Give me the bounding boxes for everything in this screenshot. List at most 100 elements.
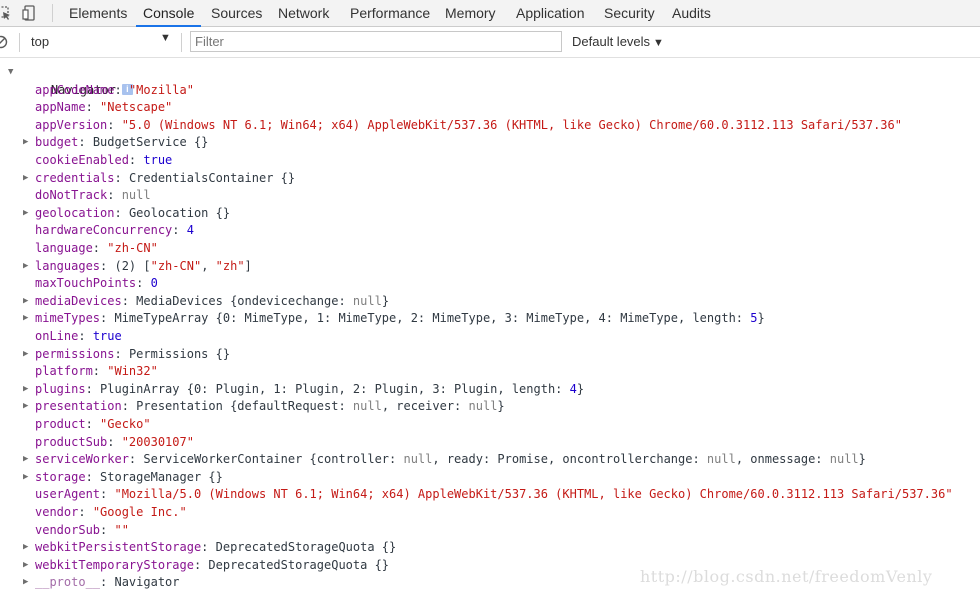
property-row: language: "zh-CN": [35, 240, 158, 258]
key-separator: :: [100, 311, 115, 326]
property-row: vendor: "Google Inc.": [35, 504, 187, 522]
property-key: platform: [35, 364, 93, 379]
expand-triangle-icon[interactable]: ▶: [23, 258, 28, 276]
property-row: product: "Gecko": [35, 416, 151, 434]
property-value: "Mozilla/5.0 (Windows NT 6.1; Win64; x64…: [114, 487, 953, 502]
property-value: Permissions {}: [128, 346, 231, 361]
property-row[interactable]: ▶ storage: StorageManager {}: [23, 469, 223, 487]
expand-triangle-icon[interactable]: ▶: [23, 134, 28, 152]
tab-audits[interactable]: Audits: [672, 0, 711, 26]
expanded-triangle-icon[interactable]: ▼: [8, 64, 13, 82]
property-key: storage: [35, 469, 86, 484]
tab-security[interactable]: Security: [604, 0, 655, 26]
key-separator: :: [78, 329, 93, 343]
expand-triangle-icon[interactable]: ▶: [23, 381, 28, 399]
property-row[interactable]: ▶ webkitTemporaryStorage: DeprecatedStora…: [23, 557, 390, 575]
property-row[interactable]: ▶ serviceWorker: ServiceWorkerContainer {…: [23, 451, 866, 469]
log-levels-dropdown[interactable]: Default levels ▼: [572, 34, 664, 49]
expand-triangle-icon[interactable]: ▶: [23, 310, 28, 328]
tab-application[interactable]: Application: [516, 0, 585, 26]
key-separator: :: [92, 241, 108, 255]
property-key: mediaDevices: [35, 293, 122, 308]
key-separator: :: [128, 452, 144, 467]
clear-console-icon[interactable]: [0, 35, 8, 49]
property-value: true: [92, 329, 122, 343]
expand-triangle-icon[interactable]: ▶: [23, 205, 28, 223]
property-row[interactable]: ▶ __proto__: Navigator: [23, 574, 180, 592]
filter-field[interactable]: [190, 31, 562, 52]
property-key: doNotTrack: [35, 188, 108, 203]
property-row: appCodeName: "Mozilla": [35, 82, 194, 100]
context-dropdown-icon[interactable]: ▼: [160, 32, 171, 44]
tab-performance[interactable]: Performance: [350, 0, 430, 26]
expand-triangle-icon[interactable]: ▶: [23, 293, 28, 311]
property-value: "zh-CN": [107, 241, 158, 255]
property-value: Geolocation {}: [128, 205, 231, 220]
property-row[interactable]: ▶ mimeTypes: MimeTypeArray {0: MimeType, …: [23, 310, 765, 328]
preview-value: null: [829, 452, 859, 467]
property-value: Presentation {defaultRequest: null, rece…: [136, 399, 505, 414]
key-separator: :: [136, 276, 151, 291]
property-key: userAgent: [35, 487, 101, 502]
context-selector[interactable]: top: [31, 34, 49, 49]
property-value: true: [143, 153, 173, 167]
expand-triangle-icon[interactable]: ▶: [23, 398, 28, 416]
property-key: appVersion: [35, 117, 108, 132]
property-row[interactable]: ▶ mediaDevices: MediaDevices {ondevicecha…: [23, 293, 389, 311]
property-row: cookieEnabled: true: [35, 152, 172, 170]
filter-divider: [19, 33, 20, 52]
key-separator: :: [85, 381, 101, 396]
property-row[interactable]: ▶ budget: BudgetService {}: [23, 134, 208, 152]
object-header[interactable]: ▼ Navigator: [8, 64, 133, 98]
expand-triangle-icon[interactable]: ▶: [23, 451, 28, 469]
key-separator: :: [85, 100, 101, 115]
key-separator: :: [85, 417, 101, 431]
property-key: languages: [35, 258, 101, 273]
property-value: DeprecatedStorageQuota {}: [208, 557, 390, 572]
key-separator: :: [201, 540, 216, 555]
key-separator: :: [172, 223, 187, 238]
property-row[interactable]: ▶ webkitPersistentStorage: DeprecatedStor…: [23, 539, 397, 557]
expand-triangle-icon[interactable]: ▶: [23, 469, 28, 487]
property-value: "": [114, 522, 129, 537]
property-value: CredentialsContainer {}: [128, 170, 296, 185]
property-key: credentials: [35, 170, 115, 185]
property-value: "Win32": [107, 364, 158, 379]
device-toolbar-icon[interactable]: [22, 5, 38, 21]
property-value: "Gecko": [100, 417, 151, 431]
property-row[interactable]: ▶ permissions: Permissions {}: [23, 346, 231, 364]
tab-elements[interactable]: Elements: [69, 0, 127, 26]
log-levels-label: Default levels: [572, 34, 651, 49]
toolbar-divider: [52, 4, 53, 22]
preview-value: null: [352, 399, 382, 414]
property-value: StorageManager {}: [100, 469, 223, 484]
expand-triangle-icon[interactable]: ▶: [23, 170, 28, 188]
watermark: http://blog.csdn.net/freedomVenly: [640, 567, 933, 586]
property-key: serviceWorker: [35, 452, 129, 467]
array-item: "zh-CN": [150, 258, 202, 273]
array-separator: ,: [201, 258, 216, 273]
property-row[interactable]: ▶ languages: (2) ["zh-CN", "zh"]: [23, 258, 252, 276]
tab-console[interactable]: Console: [135, 0, 202, 27]
array-prefix: (2) [: [114, 258, 151, 273]
inspect-element-icon[interactable]: [0, 5, 12, 21]
property-row[interactable]: ▶ credentials: CredentialsContainer {}: [23, 170, 296, 188]
expand-triangle-icon[interactable]: ▶: [23, 574, 28, 592]
property-row[interactable]: ▶ presentation: Presentation {defaultRequ…: [23, 398, 505, 416]
preview-value: null: [706, 452, 736, 467]
filter-input[interactable]: [191, 32, 561, 51]
expand-triangle-icon[interactable]: ▶: [23, 539, 28, 557]
tab-network[interactable]: Network: [278, 0, 329, 26]
expand-triangle-icon[interactable]: ▶: [23, 346, 28, 364]
property-value: DeprecatedStorageQuota {}: [215, 540, 397, 555]
tab-memory[interactable]: Memory: [445, 0, 496, 26]
property-row[interactable]: ▶ plugins: PluginArray {0: Plugin, 1: Plu…: [23, 381, 584, 399]
tab-sources[interactable]: Sources: [211, 0, 262, 26]
property-key: webkitTemporaryStorage: [35, 557, 194, 572]
property-value: ServiceWorkerContainer {controller: null…: [143, 452, 866, 467]
property-key: budget: [35, 135, 79, 150]
property-value: 4: [186, 223, 194, 238]
expand-triangle-icon[interactable]: ▶: [23, 557, 28, 575]
property-key: hardwareConcurrency: [35, 223, 173, 238]
property-row[interactable]: ▶ geolocation: Geolocation {}: [23, 205, 231, 223]
